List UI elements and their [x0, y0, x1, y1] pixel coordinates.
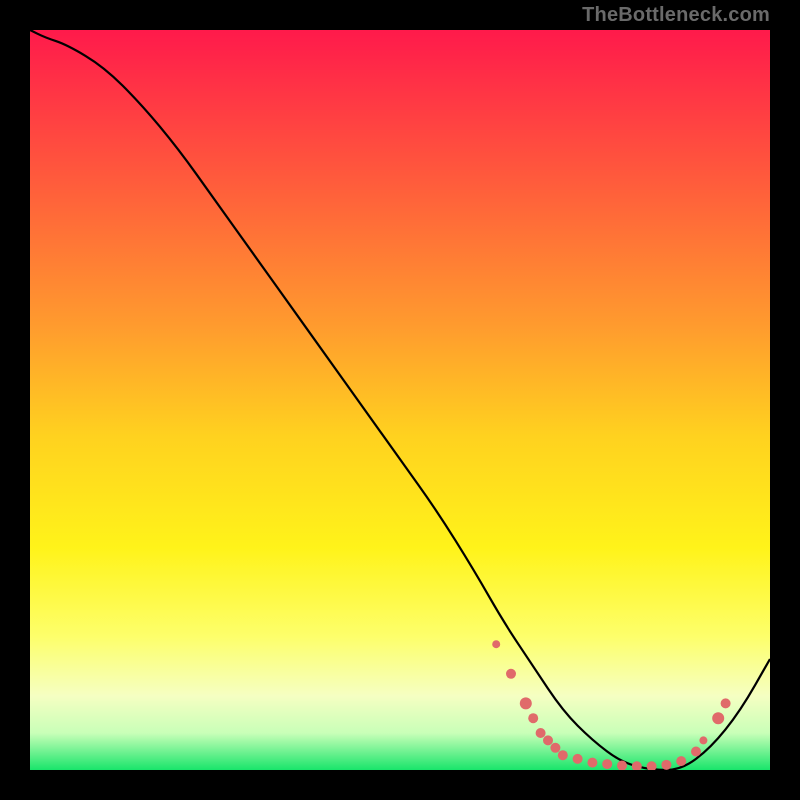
plot-area: [30, 30, 770, 770]
marker-dot: [661, 760, 671, 770]
watermark-text: TheBottleneck.com: [582, 4, 770, 27]
marker-dot: [543, 735, 553, 745]
marker-dot: [691, 747, 701, 757]
plot-svg: [30, 30, 770, 770]
gradient-background: [30, 30, 770, 770]
marker-dot: [587, 758, 597, 768]
chart-frame: TheBottleneck.com: [0, 0, 800, 800]
marker-dot: [558, 750, 568, 760]
marker-dot: [676, 756, 686, 766]
marker-dot: [528, 713, 538, 723]
marker-dot: [550, 743, 560, 753]
marker-dot: [573, 754, 583, 764]
marker-dot: [492, 640, 500, 648]
marker-dot: [506, 669, 516, 679]
marker-dot: [520, 697, 532, 709]
marker-dot: [712, 712, 724, 724]
marker-dot: [721, 698, 731, 708]
marker-dot: [699, 736, 707, 744]
marker-dot: [602, 759, 612, 769]
marker-dot: [536, 728, 546, 738]
